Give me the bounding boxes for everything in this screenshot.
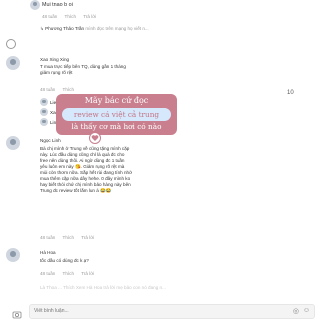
like-count: 10 [287, 90, 294, 96]
reply-arrow-icon: ↳ [40, 26, 44, 31]
like-link[interactable]: Thích [63, 235, 75, 240]
overlay-line-3: là thấy cơ mà hơi có nào [71, 122, 162, 131]
comment-text: Bà chị mình ở Trung về cũng tặng mình cặ… [40, 146, 310, 194]
comment-meta: 48 tuần Thích Trả lời [42, 14, 102, 20]
comment-author[interactable]: Ngọc Linh [40, 138, 61, 144]
reply-link[interactable]: Trả lời [83, 14, 96, 19]
comment-time: 48 tuần [40, 235, 56, 240]
comment-text: T mua trực tiếp bên TQ, dùng gần 1 tháng… [40, 64, 300, 76]
like-link[interactable]: Thích [65, 14, 77, 19]
comment-meta: 48 tuần Thích Trả lời [40, 235, 100, 241]
reply-text: mình đọc trên mạng họ viết n... [85, 26, 149, 31]
avatar[interactable] [40, 108, 48, 116]
like-link[interactable]: Thích [63, 87, 75, 92]
emoji-icon[interactable]: ☺ [303, 307, 310, 314]
comment-time: 48 tuần [40, 87, 56, 92]
avatar[interactable] [6, 136, 20, 150]
comment-input[interactable] [34, 306, 274, 316]
reply-author: Phương Thảo Trần [45, 26, 85, 31]
comment-meta: 48 tuần Thích [40, 87, 80, 93]
comment-input-bar[interactable]: ◎ ☺ [29, 304, 315, 319]
avatar[interactable] [30, 0, 40, 10]
avatar[interactable] [40, 98, 48, 106]
like-count-value: 10 [287, 90, 294, 96]
comment-text-line: giảm rụng rõ rệt [40, 70, 73, 75]
camera-icon[interactable] [12, 306, 22, 319]
gif-icon[interactable]: ◎ [293, 307, 299, 315]
sticker-overlay: Mãy bác cứ đọc review cá việt cả trung l… [56, 94, 177, 135]
like-link[interactable]: Thích [63, 271, 75, 276]
comment-text: tốc dầu có dùng đc k ạ? [40, 258, 89, 263]
reply-link[interactable]: Trả lời [81, 271, 94, 276]
heart-icon [89, 131, 101, 144]
comment-meta: 48 tuần Thích Trả lời [40, 271, 100, 277]
reply-link[interactable]: Trả lời [81, 235, 94, 240]
reply-preview[interactable]: ↳ Phương Thảo Trần mình đọc trên mạng họ… [40, 26, 300, 32]
comment-author[interactable]: Hà Hoa [40, 250, 56, 256]
more-replies-hint[interactable]: Là Thoa ... Thích Xem Hà Hoa trả lời mẹ … [40, 285, 310, 291]
comment-time: 48 tuần [40, 271, 56, 276]
overlay-line-2: review cá việt cả trung [62, 108, 171, 121]
avatar[interactable] [6, 56, 20, 70]
overlay-line-1: Mãy bác cứ đọc [84, 96, 149, 105]
avatar[interactable] [6, 248, 20, 262]
comment-author[interactable]: Mui tnao b oi [42, 2, 73, 8]
collapse-icon[interactable] [6, 39, 16, 49]
comment-author[interactable]: Xao Xing Xing [40, 57, 69, 63]
avatar[interactable] [40, 118, 48, 126]
comment-text-line: Trung đc review tốt lắm lun á 😂😂 [40, 188, 112, 193]
comment-time: 48 tuần [42, 14, 58, 19]
